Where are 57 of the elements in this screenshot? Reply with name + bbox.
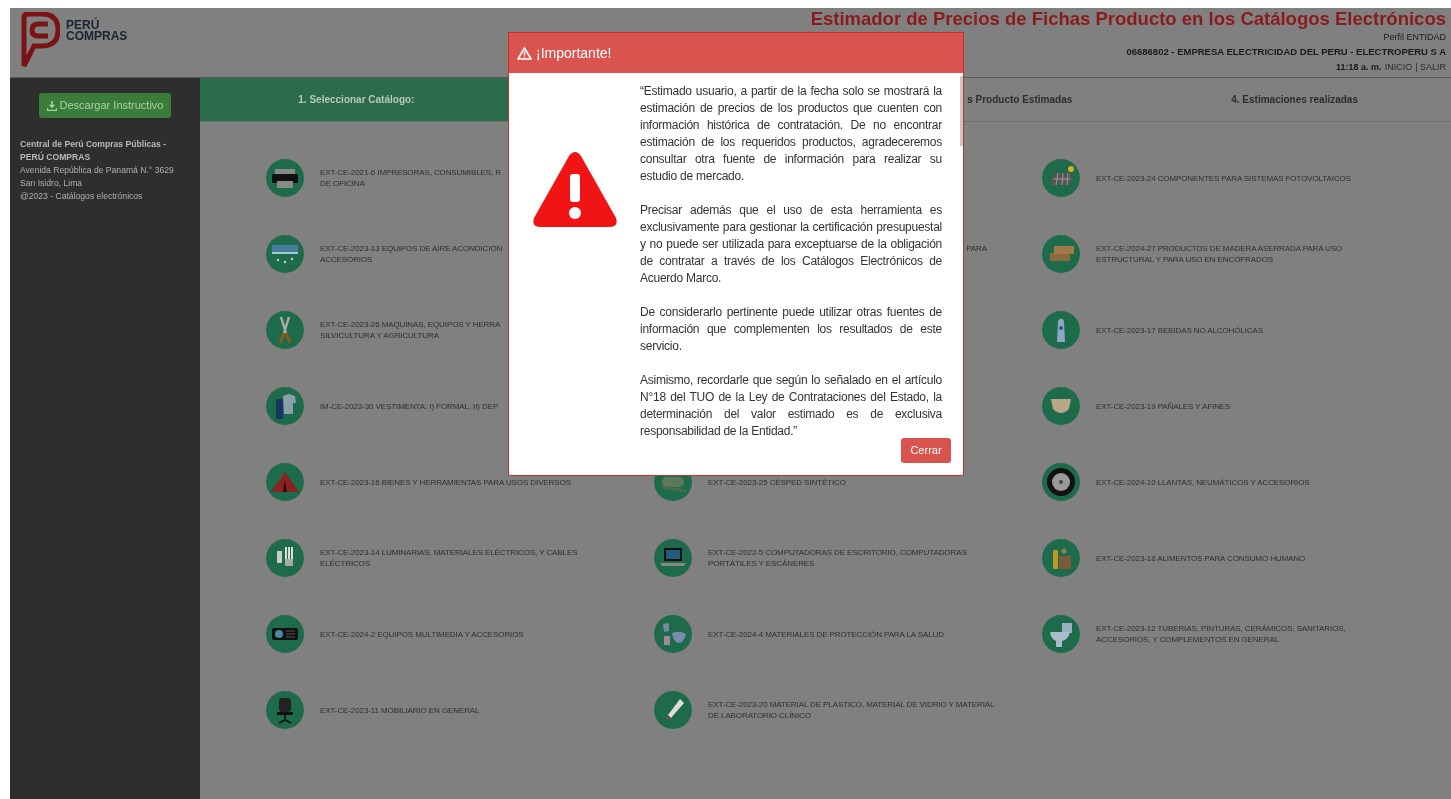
catalog-name[interactable]: EXT-CE-2023-19 PAÑALES Y AFINES — [1096, 400, 1231, 412]
catalog-name[interactable]: EXT-CE-2023-12 TUBERIAS, PINTURAS, CERÁMICOS, SANITARIOS, ACCESORIOS, Y COMPLEMENTOS EN GENERAL — [1096, 623, 1346, 645]
catalog-name[interactable]: EXT-CE-2024-10 LLANTAS, NEUMÁTICOS Y ACCESORIOS — [1096, 476, 1310, 488]
organization-address: Avenida República de Panamá N.° 3629 San Isidro, Lima @2023 - Catálogos electrónicos — [20, 164, 175, 203]
catalog-name[interactable]: EXT-CE-2023-20 MATERIAL DE PLASTICO, MATERIAL DE VIDRIO Y MATERIAL DE LABORATORIO CLÍNICO — [708, 699, 995, 721]
printer-icon[interactable] — [266, 159, 304, 197]
catalog-name[interactable]: EXT-CE-2023-18 ALIMENTOS PARA CONSUMO HUMANO — [1096, 552, 1306, 564]
notice-paragraph: “Estimado usuario, a partir de la fecha solo se mostrará la estimación de precios de los productos que cuenten con información histórica de contratación. De no encontrar estimación de los requeridos productos, agradeceremos consultar otra fuente de información para realizar su estudio de mercado. — [640, 83, 942, 185]
air-conditioner-icon[interactable] — [266, 235, 304, 273]
dropper-icon[interactable] — [654, 691, 692, 729]
notice-paragraph: De considerarlo pertinente puede utilizar otras fuentes de información que complementen los resultados de este servicio. — [640, 304, 942, 355]
diaper-icon[interactable] — [1042, 387, 1080, 425]
catalog-name[interactable]: EXT-CE-2024-4 MATERIALES DE PROTECCIÓN PARA LA SALUD — [708, 628, 944, 640]
tent-icon[interactable] — [266, 463, 304, 501]
notice-paragraph: Asimismo, recordarle que según lo señalado en el artículo N°18 del TUO de la Ley de Contrataciones del Estado, la determinación del valor estimado es de exclusiva responsabilidad de la Entidad.” — [640, 372, 942, 440]
brand-name: PERÚ COMPRAS — [66, 16, 128, 42]
catalog-name[interactable]: EXT-CE-2023-26 MAQUINAS, EQUIPOS Y HERRA SILVICULTURA Y AGRICULTURA — [320, 319, 501, 341]
scrollbar[interactable] — [960, 76, 963, 146]
laptop-icon[interactable] — [654, 539, 692, 577]
warning-icon — [531, 152, 618, 228]
catalog-name[interactable]: EXT-CE-2023-13 EQUIPOS DE AIRE ACONDICION ACCESORIOS — [320, 243, 503, 265]
catalog-name[interactable]: EXT-CE-2022-5 COMPUTADORAS DE ESCRITORIO, COMPUTADORAS PORTÁTILES Y ESCÁNERES — [708, 547, 967, 569]
catalog-name[interactable]: EXT-CE-2023-17 BEBIDAS NO ALCOHÓLICAS — [1096, 324, 1264, 336]
catalog-name[interactable]: EXT-CE-2024-27 PRODUCTOS DE MADERA ASERRADA PARA USO ESTRUCTURAL Y PARA USO EN ENCOFRADOS — [1096, 243, 1343, 265]
notice-paragraph: Precisar además que el uso de esta herramienta es exclusivamente para gestionar la certificación presupuestal y no puede ser utilizada para exceptuarse de la obligación de contratar a través de los Catálogos Electrónicos de Acuerdo Marco. — [640, 202, 942, 287]
solar-panel-icon[interactable] — [1042, 159, 1080, 197]
current-time: 11:18 a. m. — [1336, 61, 1382, 74]
header-link[interactable]: | SALIR — [1415, 60, 1446, 75]
catalog-name[interactable]: EXT-CE-2024-2 EQUIPOS MULTIMEDIA Y ACCESORIOS — [320, 628, 524, 640]
catalog-name[interactable]: IM-CE-2023-30 VESTIMENTA: I) FORMAL, II) DEP — [320, 400, 499, 412]
organization-name: Central de Perú Compras Públicas - PERÚ COMPRAS — [20, 138, 168, 164]
catalog-name[interactable]: EXT-CE-2023-11 MOBILIARIO EN GENERAL — [320, 704, 480, 716]
catalog-name[interactable]: EXT-CE-2023-16 BIENES Y HERRAMIENTAS PARA USOS DIVERSOS — [320, 476, 571, 488]
logo-mark-icon — [20, 12, 60, 68]
catalog-name[interactable]: EXT-CE-2023-24 COMPONENTES PARA SISTEMAS FOTOVOLTAICOS — [1096, 172, 1351, 184]
bottle-icon[interactable] — [1042, 311, 1080, 349]
office-chair-icon[interactable] — [266, 691, 304, 729]
dialog-title: ¡Importante! — [536, 43, 612, 63]
download-button[interactable]: Descargar Instructivo — [38, 93, 172, 118]
projector-icon[interactable] — [266, 615, 304, 653]
catalog-name[interactable]: EXT-CE-2021-6 IMPRESORAS, CONSUMIBLES, R DE OFICINA — [320, 167, 501, 189]
close-button[interactable]: Cerrar — [901, 438, 951, 463]
shears-icon[interactable] — [266, 311, 304, 349]
toilet-icon[interactable] — [1042, 615, 1080, 653]
tire-icon[interactable] — [1042, 463, 1080, 501]
catalog-step-tab[interactable]: 4. Estimaciones realizadas — [1138, 78, 1451, 121]
catalog-name[interactable]: EXT-CE-2023-14 LUMINARIAS, MATERIALES ELÉCTRICOS, Y CABLES ELÉCTRICOS — [320, 547, 578, 569]
catalog-name[interactable]: EXT-CE-2023-25 CÉSPED SINTÉTICO — [708, 476, 846, 488]
food-icon[interactable] — [1042, 539, 1080, 577]
warning-icon — [517, 46, 532, 60]
page-title: Estimador de Precios de Fichas Producto en los Catálogos Electrónicos — [810, 8, 1446, 30]
company-name: 06686802 - EMPRESA ELECTRICIDAD DEL PERU - ELECTROPERU S A — [1126, 45, 1446, 59]
clothing-icon[interactable] — [266, 387, 304, 425]
profile-label: Perfil ENTIDAD — [1383, 31, 1446, 44]
header-link[interactable]: INICIO — [1384, 60, 1413, 75]
download-icon — [46, 100, 57, 111]
light-bulbs-icon[interactable] — [266, 539, 304, 577]
